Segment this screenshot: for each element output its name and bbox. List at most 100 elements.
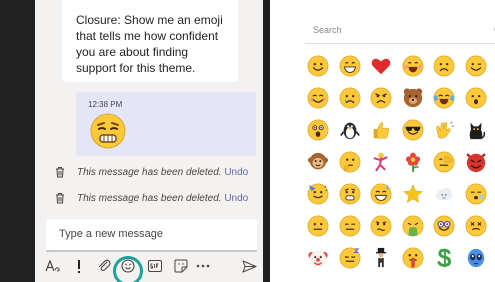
alien-icon xyxy=(467,248,484,268)
emoji-dizzy[interactable] xyxy=(464,214,488,238)
emoji-vomit[interactable] xyxy=(401,214,425,238)
emoji-clown[interactable] xyxy=(306,246,330,270)
format-button[interactable] xyxy=(43,252,63,280)
monkey-icon xyxy=(307,152,329,170)
dancing-icon xyxy=(373,152,388,172)
more-options-button[interactable] xyxy=(193,252,213,280)
clown-icon xyxy=(308,250,328,268)
cat-icon xyxy=(469,122,485,140)
chat-conversation: Closure: Show me an emoji that tells me … xyxy=(35,0,263,282)
emoji-shocked[interactable] xyxy=(306,118,330,142)
sleep-icon xyxy=(339,247,360,269)
emoji-sleepy[interactable] xyxy=(464,182,488,206)
attach-icon xyxy=(98,259,111,271)
emoji-monkey[interactable] xyxy=(306,150,330,174)
emoji-heart[interactable] xyxy=(369,54,393,78)
sweat-icon xyxy=(370,183,392,205)
important-button[interactable] xyxy=(73,252,85,280)
emoji-icon xyxy=(121,259,135,273)
emoji-gentleman[interactable] xyxy=(369,246,393,270)
emoji-grin[interactable] xyxy=(338,54,362,78)
emoji-laugh[interactable] xyxy=(401,54,425,78)
emoji-flower[interactable] xyxy=(401,150,425,174)
shush-icon xyxy=(402,247,423,269)
cloud-icon xyxy=(435,187,453,201)
sad-icon xyxy=(433,55,455,77)
format-icon xyxy=(45,259,60,272)
party-icon xyxy=(307,183,329,205)
emoji-wink[interactable] xyxy=(464,54,488,78)
emoji-cloud[interactable] xyxy=(432,182,456,206)
flower-icon xyxy=(405,152,420,173)
emoji-puzzled[interactable] xyxy=(369,214,393,238)
closure-message-text: Closure: Show me an emoji that tells me … xyxy=(76,13,223,75)
emoji-neutral[interactable] xyxy=(306,214,330,238)
teddy-bear-icon xyxy=(403,88,422,108)
thinking-icon xyxy=(339,151,360,173)
emoji-sunglasses[interactable] xyxy=(401,118,425,142)
emoji-party[interactable] xyxy=(306,182,330,206)
gif-button[interactable] xyxy=(146,252,164,280)
emoji-blush[interactable] xyxy=(306,86,330,110)
message-input[interactable] xyxy=(59,228,249,240)
emoji-thinking[interactable] xyxy=(338,150,362,174)
emoji-angry[interactable] xyxy=(369,86,393,110)
gif-icon xyxy=(148,260,162,272)
emoji-tears-of-joy[interactable] xyxy=(432,86,456,110)
emoji-picker xyxy=(297,16,495,282)
deleted-message-text: This message has been deleted. Undo xyxy=(77,167,248,178)
emoji-cat[interactable] xyxy=(464,118,488,142)
emoji-thumbs-up[interactable] xyxy=(369,118,393,142)
emoji-smile[interactable] xyxy=(306,54,330,78)
star-icon xyxy=(402,184,423,203)
laugh-icon xyxy=(402,55,423,77)
emoji-sad[interactable] xyxy=(432,54,456,78)
devil-icon xyxy=(466,153,485,173)
surprised-icon xyxy=(465,87,486,109)
emoji-worried[interactable] xyxy=(338,182,362,206)
emoji-search-box[interactable] xyxy=(305,18,495,44)
worried-face-icon xyxy=(90,113,126,149)
emoji-sleep[interactable] xyxy=(338,246,362,270)
emoji-teddy-bear[interactable] xyxy=(401,86,425,110)
smile-icon xyxy=(307,55,329,77)
penguin-icon xyxy=(339,122,360,140)
emoji-clapping[interactable] xyxy=(432,118,456,142)
emoji-penguin[interactable] xyxy=(338,118,362,142)
closure-message-bubble: Closure: Show me an emoji that tells me … xyxy=(62,0,238,82)
worried-icon xyxy=(339,183,360,205)
nerd-icon xyxy=(433,215,455,237)
emoji-shush[interactable] xyxy=(401,246,425,270)
sent-message-bubble[interactable]: 12:38 PM xyxy=(76,92,256,156)
emoji-meh[interactable] xyxy=(338,214,362,238)
compose-box[interactable] xyxy=(46,219,257,252)
angry-icon xyxy=(370,87,392,109)
emoji-facepalm[interactable] xyxy=(432,150,456,174)
emoji-surprised[interactable] xyxy=(464,86,488,110)
emoji-devil[interactable] xyxy=(464,150,488,174)
emoji-alien[interactable] xyxy=(464,246,488,270)
sunglasses-icon xyxy=(402,119,423,141)
undo-link[interactable]: Undo xyxy=(224,193,248,204)
gentleman-icon xyxy=(375,247,387,268)
vomit-icon xyxy=(402,215,423,237)
neutral-icon xyxy=(307,215,329,237)
emoji-nerd[interactable] xyxy=(432,214,456,238)
tears-of-joy-icon xyxy=(433,87,455,109)
emoji-cry[interactable] xyxy=(338,86,362,110)
blush-icon xyxy=(307,87,329,109)
dizzy-icon xyxy=(465,215,486,237)
sticker-button[interactable] xyxy=(172,252,190,280)
emoji-money[interactable] xyxy=(432,246,456,270)
attach-button[interactable] xyxy=(95,252,113,280)
emoji-button[interactable] xyxy=(119,252,137,280)
emoji-dancing[interactable] xyxy=(369,150,393,174)
undo-link[interactable]: Undo xyxy=(224,167,248,178)
emoji-star[interactable] xyxy=(401,182,425,206)
send-button[interactable] xyxy=(239,252,259,280)
emoji-sweat[interactable] xyxy=(369,182,393,206)
send-icon xyxy=(242,260,256,272)
deleted-notice: This message has been deleted. xyxy=(77,167,222,178)
emoji-search-input[interactable] xyxy=(313,25,473,35)
trash-icon xyxy=(56,167,64,178)
